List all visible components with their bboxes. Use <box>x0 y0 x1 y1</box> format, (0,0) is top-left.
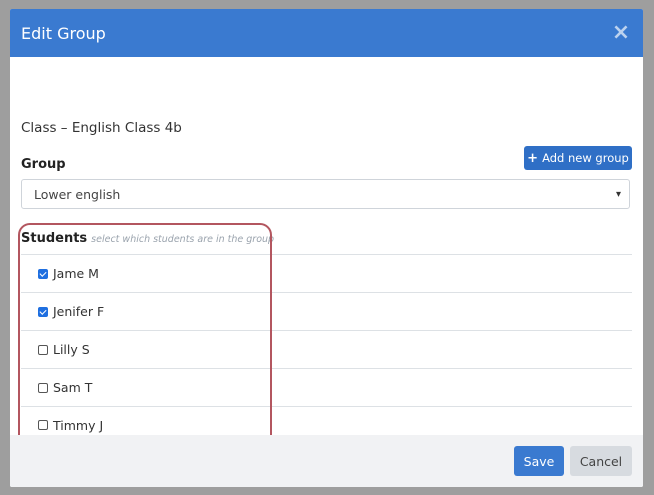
modal-body: Class – English Class 4b Group + Add new… <box>10 57 643 453</box>
modal-footer: Save Cancel <box>10 435 643 487</box>
chevron-down-icon: ▾ <box>615 188 621 200</box>
group-select[interactable]: Lower english ▾ <box>21 179 630 209</box>
close-icon[interactable]: × <box>610 22 632 44</box>
students-label: Students <box>21 231 88 246</box>
student-checkbox[interactable] <box>38 268 48 279</box>
modal-title: Edit Group <box>21 23 106 43</box>
student-list: Jame M Jenifer F Lilly S Sam T Timmy J <box>21 254 632 444</box>
student-name: Jenifer F <box>53 304 105 319</box>
edit-group-modal: Edit Group × Class – English Class 4b Gr… <box>10 9 643 487</box>
plus-icon: + <box>527 150 539 166</box>
student-row[interactable]: Jenifer F <box>21 292 632 330</box>
add-new-group-button[interactable]: + Add new group <box>524 146 632 170</box>
cancel-button[interactable]: Cancel <box>570 446 632 476</box>
student-checkbox[interactable] <box>38 420 48 430</box>
group-select-value: Lower english <box>34 186 121 202</box>
student-row[interactable]: Sam T <box>21 368 632 406</box>
students-hint: select which students are in the group <box>91 234 275 245</box>
student-name: Timmy J <box>53 417 104 433</box>
add-new-group-label: Add new group <box>542 151 629 165</box>
student-checkbox[interactable] <box>38 344 48 355</box>
student-name: Lilly S <box>53 342 90 357</box>
student-checkbox[interactable] <box>38 306 48 317</box>
group-label: Group <box>21 157 66 172</box>
student-checkbox[interactable] <box>38 382 48 393</box>
class-name-text: Class – English Class 4b <box>21 120 182 136</box>
student-row[interactable]: Jame M <box>21 254 632 292</box>
student-name: Sam T <box>53 380 93 395</box>
student-name: Jame M <box>53 266 99 281</box>
save-button[interactable]: Save <box>514 446 564 476</box>
students-header: Students select which students are in th… <box>21 231 274 246</box>
modal-header: Edit Group × <box>10 9 643 57</box>
student-row[interactable]: Lilly S <box>21 330 632 368</box>
